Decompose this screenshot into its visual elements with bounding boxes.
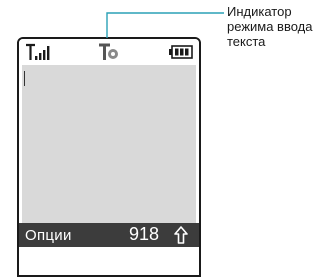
softkey-bar: Опции 918: [19, 223, 199, 247]
status-bar: [19, 39, 199, 63]
battery-icon: [169, 45, 193, 59]
text-cursor: [24, 71, 25, 86]
signal-strength-icon: [26, 43, 50, 60]
callout-line-3: текста: [227, 34, 266, 49]
message-text-area[interactable]: [22, 65, 196, 245]
phone-screen: Опции 918: [17, 37, 201, 277]
callout-line-1: Индикатор: [227, 4, 292, 19]
shift-arrow-icon: [174, 226, 188, 244]
callout-label: Индикатор режима ввода текста: [227, 4, 326, 49]
callout-line-2: режима ввода: [227, 19, 313, 34]
options-softkey[interactable]: Опции: [25, 227, 72, 244]
character-counter: 918: [129, 224, 160, 244]
text-input-mode-icon: [99, 43, 118, 60]
